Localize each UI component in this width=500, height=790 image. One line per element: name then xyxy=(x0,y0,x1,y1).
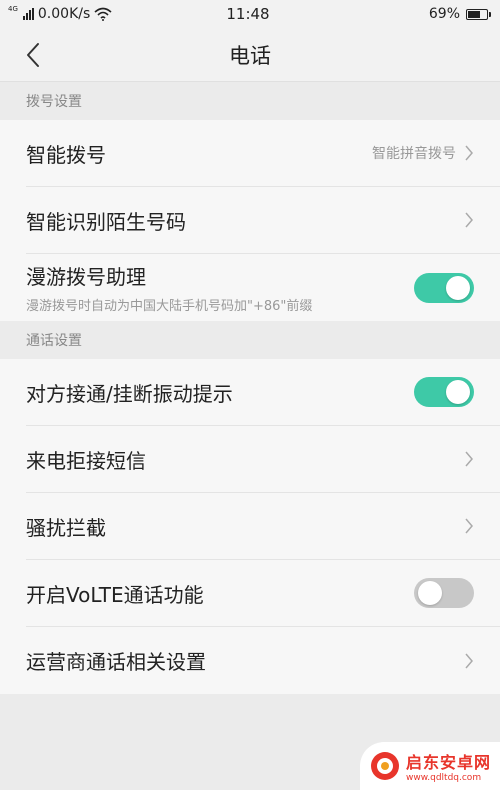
group-call-settings: 对方接通/挂断振动提示 来电拒接短信 骚扰拦截 开启VoLTE通话功能 运营商通… xyxy=(0,359,500,694)
row-right xyxy=(464,211,474,229)
status-right: 69% xyxy=(328,6,491,22)
app-header: 电话 xyxy=(0,28,500,82)
status-bar: 4G 0.00K/s 11:48 69% xyxy=(0,0,500,28)
watermark-url: www.qdltdq.com xyxy=(406,773,482,783)
row-right: 智能拼音拨号 xyxy=(372,143,474,163)
row-value: 智能拼音拨号 xyxy=(372,146,456,162)
row-text: 开启VoLTE通话功能 xyxy=(26,579,204,608)
battery-percent: 69% xyxy=(428,6,460,22)
row-title: 智能拨号 xyxy=(26,142,106,167)
row-connect-vibration: 对方接通/挂断振动提示 xyxy=(26,359,500,426)
row-reject-sms[interactable]: 来电拒接短信 xyxy=(26,426,500,493)
battery-fill xyxy=(468,10,481,18)
back-arrow-icon[interactable] xyxy=(22,40,46,70)
chevron-right-icon xyxy=(465,451,473,467)
row-right xyxy=(464,450,474,468)
row-right xyxy=(464,517,474,535)
row-carrier-call-settings[interactable]: 运营商通话相关设置 xyxy=(26,627,500,694)
page-title: 电话 xyxy=(229,43,271,68)
row-harassment-block[interactable]: 骚扰拦截 xyxy=(26,493,500,560)
section-header-dial-settings: 拨号设置 xyxy=(0,82,500,120)
chevron-right-icon xyxy=(465,145,473,161)
row-roaming-dial-assistant: 漫游拨号助理 漫游拨号时自动为中国大陆手机号码加"+86"前缀 xyxy=(26,254,500,321)
row-text: 智能识别陌生号码 xyxy=(26,206,186,235)
connect-vibration-toggle[interactable] xyxy=(414,377,474,407)
toggle-knob xyxy=(418,581,442,605)
chevron-right-icon xyxy=(465,212,473,228)
status-left: 4G 0.00K/s xyxy=(8,6,168,22)
toggle-knob xyxy=(446,275,470,300)
volte-toggle[interactable] xyxy=(414,578,474,608)
row-identify-unknown-numbers[interactable]: 智能识别陌生号码 xyxy=(26,187,500,254)
row-text: 智能拨号 xyxy=(26,139,106,168)
row-title: 骚扰拦截 xyxy=(26,515,106,540)
toggle-knob xyxy=(446,380,470,404)
row-title: 智能识别陌生号码 xyxy=(26,209,186,234)
chevron-right-icon xyxy=(465,518,473,534)
row-title: 来电拒接短信 xyxy=(26,448,146,473)
watermark-text: 启东安卓网 www.qdltdq.com xyxy=(406,749,491,783)
network-type: 4G xyxy=(8,5,18,13)
section-header-call-settings: 通话设置 xyxy=(0,321,500,359)
row-title: 开启VoLTE通话功能 xyxy=(26,582,204,607)
network-speed: 0.00K/s xyxy=(37,6,91,22)
row-smart-dial[interactable]: 智能拨号 智能拼音拨号 xyxy=(26,120,500,187)
row-text: 对方接通/挂断振动提示 xyxy=(26,378,233,407)
watermark-name: 启东安卓网 xyxy=(406,753,492,772)
row-right xyxy=(464,652,474,670)
watermark-logo-icon xyxy=(371,752,399,780)
signal-icon xyxy=(22,8,34,20)
roaming-assistant-toggle[interactable] xyxy=(414,272,474,303)
wifi-icon xyxy=(94,7,112,21)
row-title: 运营商通话相关设置 xyxy=(26,650,206,674)
chevron-right-icon xyxy=(465,653,473,668)
status-time: 11:48 xyxy=(226,5,270,23)
row-text: 来电拒接短信 xyxy=(26,445,146,474)
row-volte: 开启VoLTE通话功能 xyxy=(26,560,500,627)
group-dial-settings: 智能拨号 智能拼音拨号 智能识别陌生号码 漫游拨号助理 漫游拨号时自动为中国大陆… xyxy=(0,120,500,321)
row-text: 漫游拨号助理 漫游拨号时自动为中国大陆手机号码加"+86"前缀 xyxy=(26,261,312,314)
row-title: 对方接通/挂断振动提示 xyxy=(26,381,233,406)
row-text: 运营商通话相关设置 xyxy=(26,646,206,675)
row-title: 漫游拨号助理 xyxy=(26,265,146,289)
row-subtitle: 漫游拨号时自动为中国大陆手机号码加"+86"前缀 xyxy=(26,299,313,314)
watermark: 启东安卓网 www.qdltdq.com xyxy=(360,742,500,790)
row-text: 骚扰拦截 xyxy=(26,512,106,541)
battery-icon xyxy=(466,8,491,20)
